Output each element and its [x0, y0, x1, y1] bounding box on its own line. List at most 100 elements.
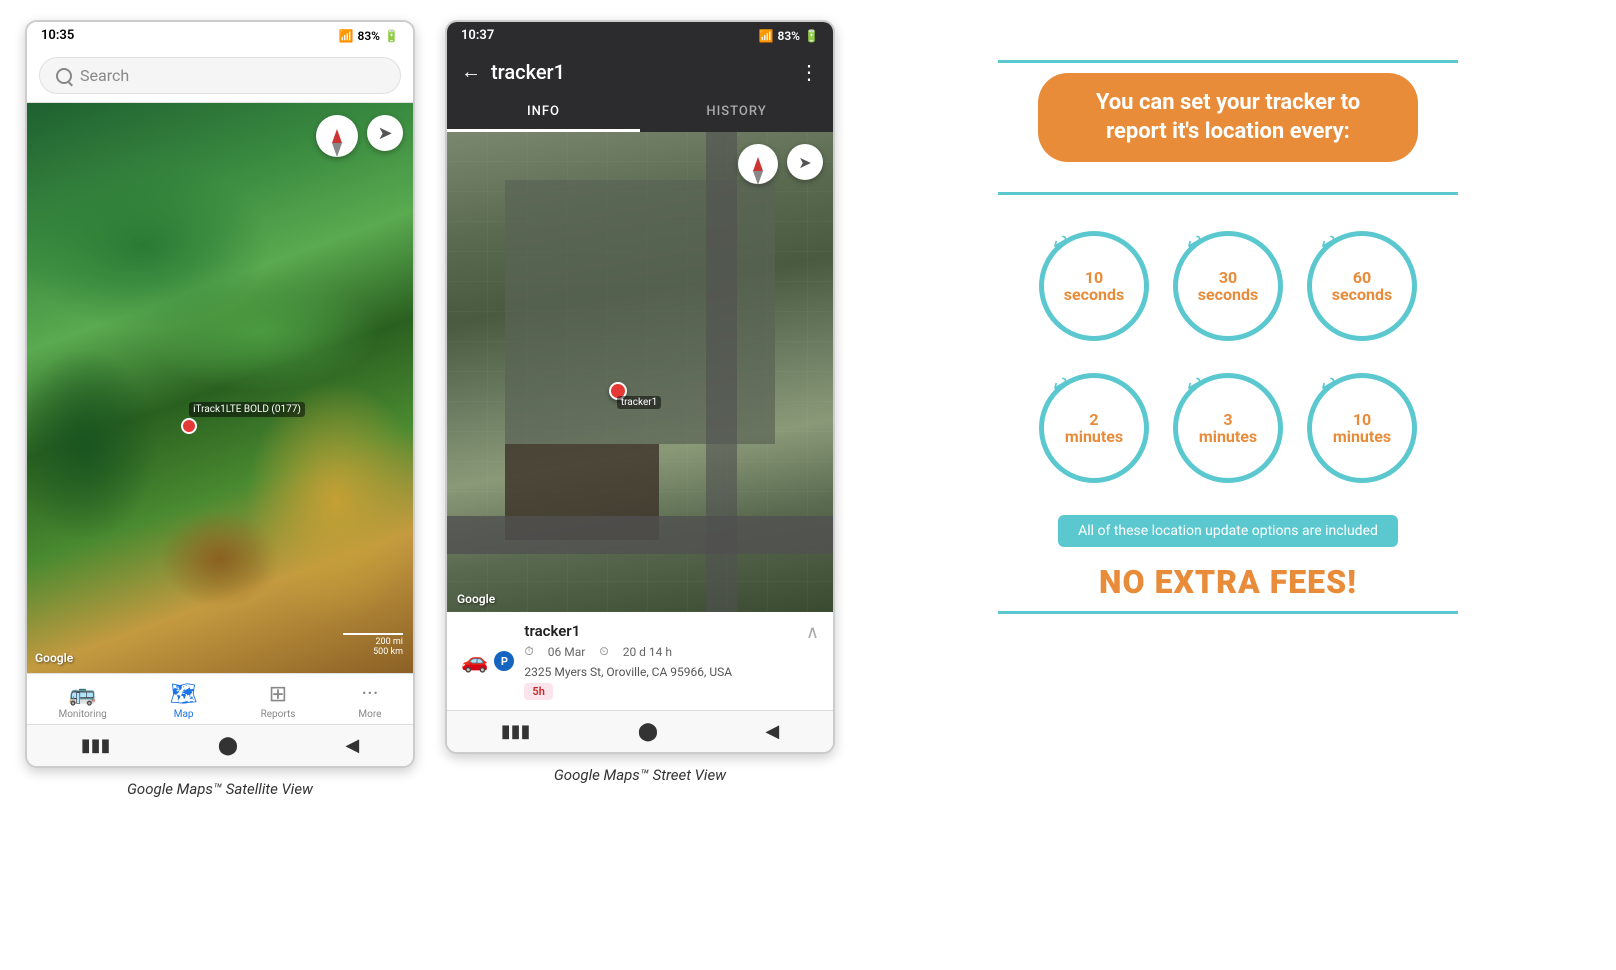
included-banner: All of these location update options are… [1058, 515, 1398, 547]
circle-60sec: ↩ 60 seconds [1307, 231, 1417, 341]
phone2-time: 10:37 [461, 28, 494, 43]
p-badge: P [494, 651, 514, 671]
reports-icon: ⊞ [269, 682, 287, 707]
no-fees-text: NO EXTRA FEES! [1099, 563, 1357, 601]
circle-3min-number: 3 [1199, 411, 1257, 429]
compass-needle [332, 129, 342, 143]
tracker-info: tracker1 ⏱ 06 Mar ⏲ 20 d 14 h 2325 Myers… [524, 622, 732, 700]
circle-3min-unit: minutes [1199, 428, 1257, 446]
phone2-signal-icon: 📶 [759, 29, 774, 43]
nav-map[interactable]: 🗺 Map [170, 682, 198, 720]
timer-icon: ⏲ [599, 644, 608, 659]
search-bar[interactable]: Search [27, 49, 413, 103]
battery-icon: 🔋 [384, 29, 399, 43]
circle-2min-number: 2 [1065, 411, 1123, 429]
tracker-label-2: tracker1 [617, 396, 661, 409]
tab-history[interactable]: HISTORY [640, 94, 833, 132]
battery-label: 83% [357, 29, 380, 43]
circle-10min-outer: ↩ 10 minutes [1307, 373, 1417, 483]
bottom-teal-line [998, 611, 1458, 614]
circle-3min: ↩ 3 minutes [1173, 373, 1283, 483]
search-icon [56, 68, 72, 84]
aerial-compass-button[interactable] [738, 144, 778, 184]
circle-60sec-unit: seconds [1332, 286, 1392, 304]
android-back-btn[interactable]: ◀ [345, 735, 359, 756]
circle-30sec-unit: seconds [1198, 286, 1258, 304]
more-label: More [358, 709, 381, 720]
phone2-battery-label: 83% [777, 29, 800, 43]
chevron-up-icon[interactable]: ∧ [806, 622, 819, 643]
circles-row-2: ↩ 2 minutes ↩ 3 minutes [1039, 373, 1417, 483]
aerial-nav-button[interactable]: ➤ [787, 144, 823, 180]
graphic-title-box: You can set your tracker to report it's … [1038, 73, 1418, 162]
info-top: 🚗 P tracker1 ⏱ 06 Mar ⏲ 20 d 14 h 232 [461, 622, 819, 700]
phone2-status-icons: 📶 83% 🔋 [759, 29, 819, 43]
circle-10min: ↩ 10 minutes [1307, 373, 1417, 483]
phone1-status-icons: 📶 83% 🔋 [339, 29, 399, 43]
circle-3min-arrow: ↩ [1181, 370, 1208, 399]
bottom-nav: 🚌 Monitoring 🗺 Map ⊞ Reports ··· More [27, 673, 413, 724]
circle-30sec-number: 30 [1198, 269, 1258, 287]
tracker-meta: ⏱ 06 Mar ⏲ 20 d 14 h [524, 644, 732, 659]
phone1-status-bar: 10:35 📶 83% 🔋 [27, 22, 413, 49]
nav-reports[interactable]: ⊞ Reports [261, 682, 296, 720]
circle-10sec-number: 10 [1064, 269, 1124, 287]
phone1-screen: 10:35 📶 83% 🔋 Search [25, 20, 415, 768]
info-graphic: You can set your tracker to report it's … [860, 20, 1596, 654]
more-menu-icon[interactable]: ⋮ [799, 60, 819, 84]
back-button[interactable]: ← [461, 59, 481, 84]
circle-60sec-text: 60 seconds [1332, 269, 1392, 304]
circle-2min-arrow: ↩ [1047, 370, 1074, 399]
phone2-battery-icon: 🔋 [804, 29, 819, 43]
android2-recent-btn[interactable]: ▮▮▮ [501, 721, 531, 742]
phone2-header: ← tracker1 ⋮ [447, 49, 833, 94]
circle-60sec-arrow: ↩ [1315, 228, 1342, 257]
android-nav-2: ▮▮▮ ⬤ ◀ [447, 710, 833, 752]
circle-2min-unit: minutes [1065, 428, 1123, 446]
search-input-wrapper[interactable]: Search [39, 57, 401, 94]
search-placeholder: Search [80, 66, 129, 85]
android2-home-btn[interactable]: ⬤ [638, 721, 658, 742]
circle-60sec-number: 60 [1332, 269, 1392, 287]
circle-10min-text: 10 minutes [1333, 411, 1391, 446]
circle-10min-unit: minutes [1333, 428, 1391, 446]
car-marker [181, 418, 197, 434]
google-watermark: Google [35, 651, 73, 665]
phone1-time: 10:35 [41, 28, 74, 43]
map-scale: 200 mi 500 km [343, 633, 403, 657]
more-icon: ··· [361, 682, 378, 707]
map-label: Map [174, 709, 194, 720]
phone2-screen: 10:37 📶 83% 🔋 ← tracker1 ⋮ INFO HISTORY [445, 20, 835, 754]
aerial-google-watermark: Google [457, 592, 495, 606]
scale-label2: 500 km [343, 647, 403, 657]
scale-bar [343, 633, 403, 635]
circle-2min: ↩ 2 minutes [1039, 373, 1149, 483]
satellite-map-inner: ➤ iTrack1LTE BOLD (0177) Google 200 mi 5… [27, 103, 413, 673]
nav-icon: ➤ [377, 123, 392, 144]
android-recent-btn[interactable]: ▮▮▮ [81, 735, 111, 756]
aerial-map: tracker1 ➤ Google [447, 132, 833, 612]
scale-label1: 200 mi [343, 637, 403, 647]
navigation-button[interactable]: ➤ [367, 115, 403, 151]
satellite-map: ➤ iTrack1LTE BOLD (0177) Google 200 mi 5… [27, 103, 413, 673]
duration-label: 20 d 14 h [623, 645, 672, 659]
info-panel: 🚗 P tracker1 ⏱ 06 Mar ⏲ 20 d 14 h 232 [447, 612, 833, 710]
circle-10sec: ↩ 10 seconds [1039, 231, 1149, 341]
nav-more[interactable]: ··· More [358, 682, 381, 720]
circle-30sec-outer: ↩ 30 seconds [1173, 231, 1283, 341]
signal-icon: 📶 [339, 29, 354, 43]
circle-3min-text: 3 minutes [1199, 411, 1257, 446]
main-container: 10:35 📶 83% 🔋 Search [20, 20, 1596, 798]
circles-row-1: ↩ 10 seconds ↩ 30 seconds [1039, 231, 1417, 341]
android-home-btn[interactable]: ⬤ [218, 735, 238, 756]
android2-back-btn[interactable]: ◀ [765, 721, 779, 742]
compass-button[interactable] [316, 115, 358, 157]
phone2-status-bar: 10:37 📶 83% 🔋 [447, 22, 833, 49]
monitoring-label: Monitoring [58, 709, 106, 720]
tab-info[interactable]: INFO [447, 94, 640, 132]
circle-10sec-outer: ↩ 10 seconds [1039, 231, 1149, 341]
nav-monitoring[interactable]: 🚌 Monitoring [58, 682, 106, 720]
tracker-label: iTrack1LTE BOLD (0177) [189, 402, 305, 417]
info-left: 🚗 P tracker1 ⏱ 06 Mar ⏲ 20 d 14 h 232 [461, 622, 732, 700]
time-badge: 5h [524, 683, 552, 700]
